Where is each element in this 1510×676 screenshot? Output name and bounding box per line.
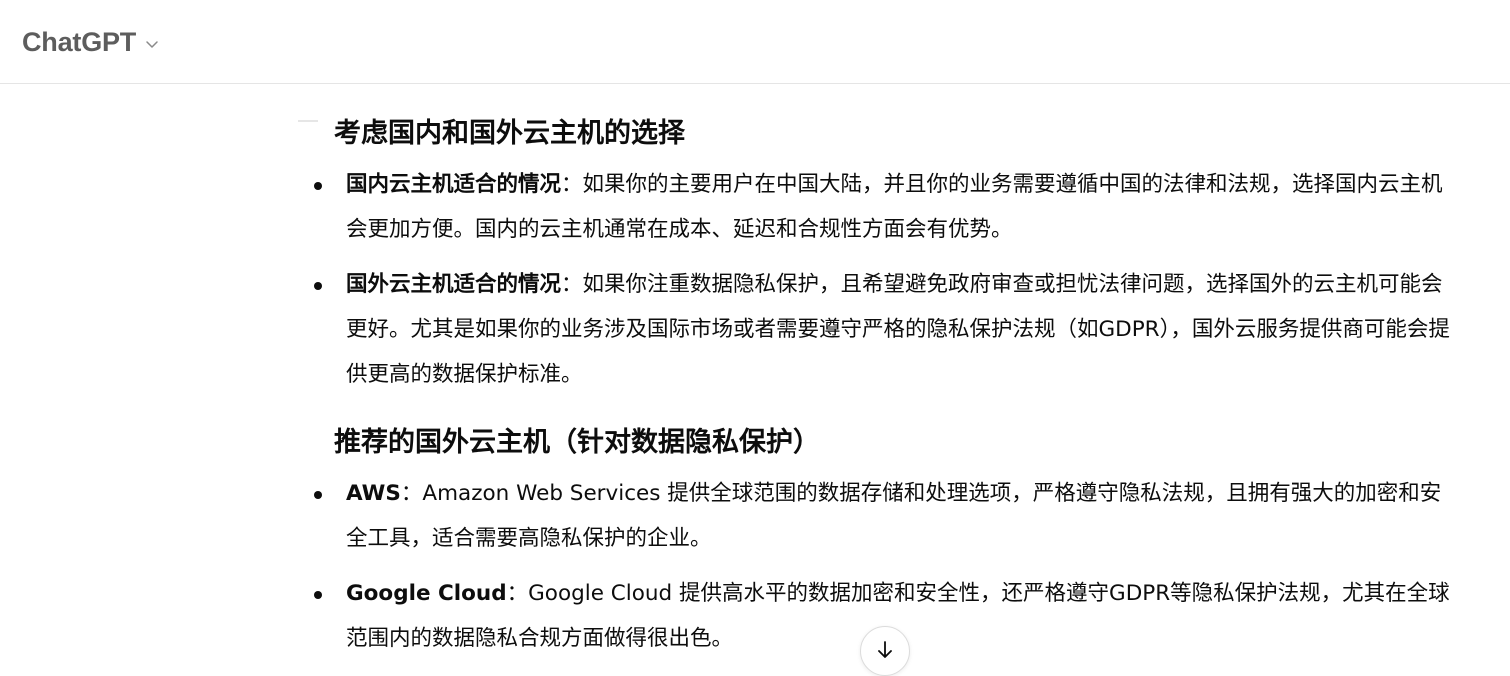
- chevron-down-icon: [146, 41, 158, 48]
- arrow-down-icon: [878, 641, 892, 658]
- model-name: ChatGPT: [22, 26, 137, 57]
- comparison-list: 国内云主机适合的情况：如果你的主要用户在中国大陆，并且你的业务需要遵循中国的法律…: [312, 162, 1458, 397]
- list-item: AWS：Amazon Web Services 提供全球范围的数据存储和处理选项…: [312, 471, 1458, 561]
- item-text: ：Amazon Web Services 提供全球范围的数据存储和处理选项，严格…: [346, 481, 1442, 551]
- list-item: 国外云主机适合的情况：如果你注重数据隐私保护，且希望避免政府审查或担忧法律问题，…: [312, 262, 1458, 397]
- message-content: 考虑国内和国外云主机的选择 国内云主机适合的情况：如果你的主要用户在中国大陆，并…: [298, 106, 1458, 660]
- section-heading-recommendations: 推荐的国外云主机（针对数据隐私保护）: [334, 427, 820, 458]
- model-selector[interactable]: ChatGPT: [22, 24, 160, 60]
- bullet-icon: [314, 282, 322, 290]
- scroll-to-bottom-button[interactable]: [860, 626, 910, 676]
- bullet-icon: [314, 591, 322, 599]
- item-title: 国外云主机适合的情况: [346, 272, 562, 297]
- item-title: Google Cloud: [346, 581, 507, 606]
- item-title: AWS: [346, 481, 401, 506]
- item-title: 国内云主机适合的情况: [346, 172, 562, 197]
- scroll-marker: [298, 120, 318, 134]
- bullet-icon: [314, 182, 322, 190]
- list-item: 国内云主机适合的情况：如果你的主要用户在中国大陆，并且你的业务需要遵循中国的法律…: [312, 162, 1458, 252]
- section-heading-comparison: 考虑国内和国外云主机的选择: [334, 118, 685, 149]
- top-bar: ChatGPT: [0, 0, 1510, 84]
- bullet-icon: [314, 491, 322, 499]
